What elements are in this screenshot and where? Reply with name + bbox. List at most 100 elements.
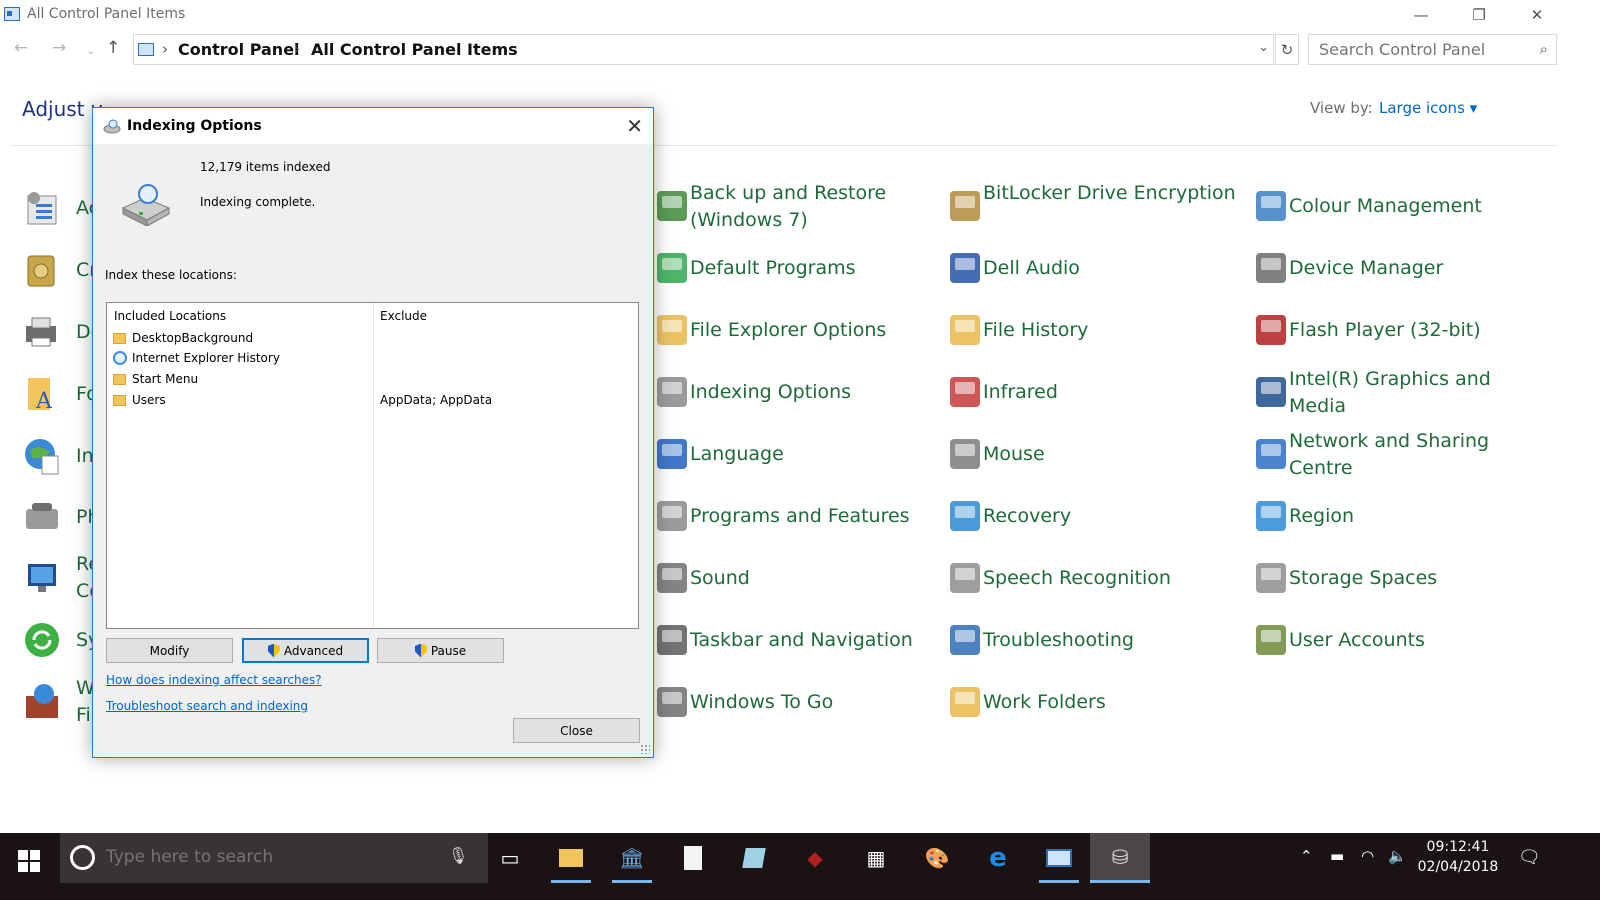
address-bar[interactable]: › Control Panel › All Control Panel Item… [133,34,1274,65]
pause-button[interactable]: Pause [377,638,504,663]
modify-button[interactable]: Modify [106,638,233,663]
close-button[interactable]: Close [513,718,640,743]
microphone-icon[interactable]: 🎙 [448,846,468,865]
locations-list[interactable]: Included Locations Exclude DesktopBackgr… [106,302,639,629]
window-title: All Control Panel Items [27,6,186,22]
show-hidden-icons-icon[interactable]: ⌃ [1300,847,1313,865]
indexing-affect-link[interactable]: How does indexing affect searches? [106,673,322,687]
cp-item-label[interactable]: Programs and Features [690,503,945,530]
cp-item-label[interactable]: Sound [690,565,945,592]
troubleshoot-link[interactable]: Troubleshoot search and indexing [106,699,308,713]
windows-firewall-icon[interactable] [22,682,62,722]
library-taskbar-icon[interactable]: 🏛 [602,833,662,883]
cp-item-label[interactable]: Dell Audio [983,255,1238,282]
location-row[interactable]: Users [113,393,166,407]
taskbar-navigation-icon [652,620,692,660]
cp-item-label[interactable]: Region [1289,503,1544,530]
minimize-button[interactable]: — [1398,0,1444,30]
breadcrumb-separator-icon[interactable]: › [162,40,168,58]
sound-icon [652,558,692,598]
cp-item-label[interactable]: Network and Sharing Centre [1289,428,1544,482]
taskbar-clock[interactable]: 09:12:41 02/04/2018 [1410,837,1506,877]
cp-item-label[interactable]: File History [983,317,1238,344]
paint-taskbar-icon[interactable]: 🎨 [907,833,967,883]
close-window-button[interactable]: ✕ [1514,0,1560,30]
phone-modem-icon[interactable] [22,497,62,537]
recent-locations-chevron-icon[interactable]: ⌄ [86,44,95,57]
volume-icon[interactable]: 🔈 [1388,847,1407,865]
cp-item-label[interactable]: Default Programs [690,255,945,282]
administrative-tools-icon[interactable] [22,188,62,228]
dialog-close-icon[interactable]: ✕ [626,114,643,138]
programs-features-icon [652,496,692,536]
indexing-status: Indexing complete. [200,195,316,209]
location-row[interactable]: DesktopBackground [113,331,253,345]
fonts-icon[interactable]: A [22,374,62,414]
address-dropdown-chevron-icon[interactable]: ⌄ [1258,40,1269,55]
forward-arrow-icon[interactable]: → [52,38,66,58]
cp-item-label[interactable]: Flash Player (32-bit) [1289,317,1544,344]
cp-item-label[interactable]: Indexing Options [690,379,945,406]
cp-item-label[interactable]: Windows To Go [690,689,945,716]
control-panel-taskbar-icon[interactable] [1029,833,1089,883]
folder-icon [113,332,126,344]
cp-item-label[interactable]: Infrared [983,379,1238,406]
document-taskbar-icon[interactable] [663,833,723,883]
up-arrow-icon[interactable]: ↑ [106,38,120,58]
advanced-button[interactable]: Advanced [242,638,369,663]
indexing-options-taskbar-icon[interactable]: ⛁ [1090,833,1150,883]
taskbar-search-input[interactable] [106,843,426,871]
cp-item-label[interactable]: Work Folders [983,689,1238,716]
cp-item-label[interactable]: File Explorer Options [690,317,945,344]
file-explorer-taskbar-icon[interactable] [541,833,601,883]
exclude-header[interactable]: Exclude [380,309,427,323]
resize-grip-icon[interactable] [640,744,650,754]
wifi-icon[interactable]: ◠ [1361,847,1374,865]
location-row[interactable]: Internet Explorer History [113,351,280,365]
breadcrumb-all-items[interactable]: All Control Panel Items [311,40,518,59]
windows-start-icon[interactable] [18,850,40,872]
notes-taskbar-icon[interactable] [724,833,784,883]
devices-printers-icon[interactable] [22,312,62,352]
cp-item-label[interactable]: Mouse [983,441,1238,468]
indexing-options-icon [652,372,692,412]
included-locations-header[interactable]: Included Locations [114,309,226,323]
calculator-taskbar-icon[interactable]: ▦ [846,833,906,883]
mouse-icon [945,434,985,474]
cp-item-label[interactable]: BitLocker Drive Encryption [983,180,1238,207]
location-row[interactable]: Start Menu [113,372,198,386]
breadcrumb-separator-icon[interactable]: › [294,40,300,58]
cp-item-label[interactable]: Taskbar and Navigation [690,627,945,654]
action-centre-icon[interactable]: 🗨 [1518,847,1541,868]
cortana-icon[interactable] [70,845,95,870]
search-box[interactable]: ⌕ [1308,34,1557,65]
refresh-icon[interactable]: ↻ [1275,34,1299,65]
index-locations-label: Index these locations: [105,268,237,282]
cp-item-label[interactable]: Intel(R) Graphics and Media [1289,366,1544,420]
cp-item-label[interactable]: Storage Spaces [1289,565,1544,592]
cp-item-label[interactable]: Back up and Restore (Windows 7) [690,180,945,234]
cp-item-label[interactable]: Language [690,441,945,468]
taskbar-search[interactable]: 🎙 [60,833,488,883]
cp-item-label[interactable]: User Accounts [1289,627,1544,654]
breadcrumb-control-panel[interactable]: Control Panel [178,40,300,59]
cp-item-label[interactable]: Device Manager [1289,255,1544,282]
credential-manager-icon[interactable] [22,250,62,290]
cp-item-label[interactable]: Recovery [983,503,1238,530]
back-arrow-icon[interactable]: ← [14,38,28,58]
search-input[interactable] [1309,35,1529,64]
app-taskbar-icon[interactable]: ◆ [785,833,845,883]
battery-icon[interactable]: ▬ [1330,847,1344,865]
cp-item-label[interactable]: Colour Management [1289,193,1544,220]
remote-app-icon[interactable] [22,558,62,598]
search-icon[interactable]: ⌕ [1540,40,1548,58]
task-view-icon[interactable]: ▭ [480,833,540,883]
internet-options-icon[interactable] [22,436,62,476]
restore-button[interactable]: ❐ [1456,0,1502,30]
uac-shield-icon [414,643,427,658]
cp-item-label[interactable]: Troubleshooting [983,627,1238,654]
edge-taskbar-icon[interactable]: e [968,833,1028,883]
sync-centre-icon[interactable] [22,620,62,660]
cp-item-label[interactable]: Speech Recognition [983,565,1238,592]
view-by-dropdown[interactable]: Large icons ▾ [1379,99,1477,117]
